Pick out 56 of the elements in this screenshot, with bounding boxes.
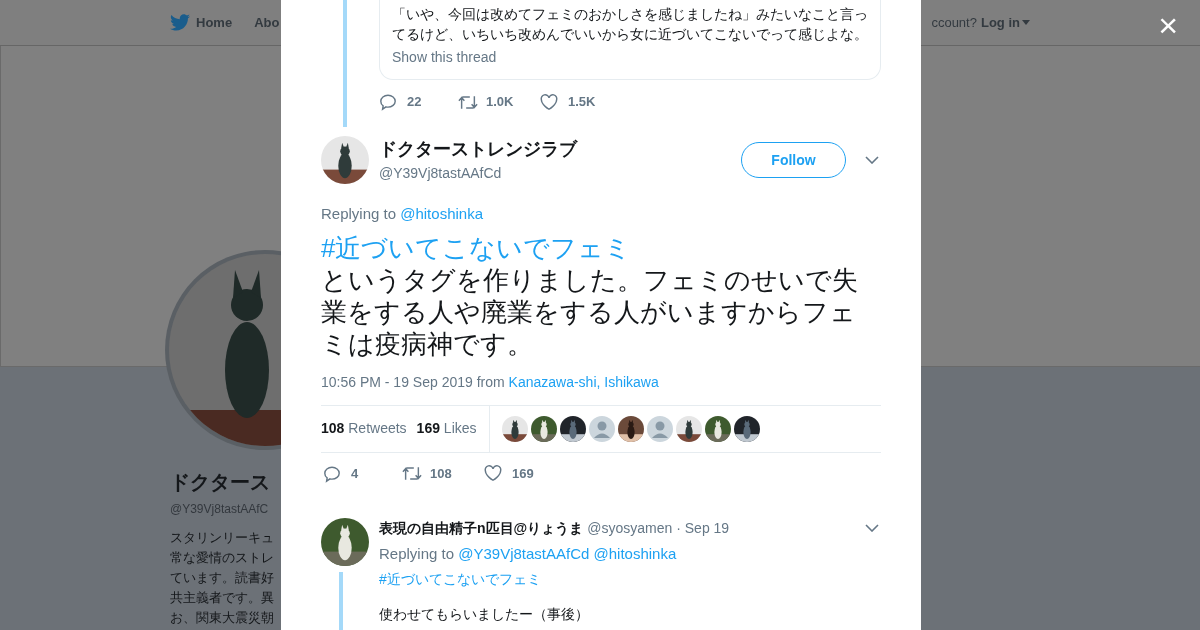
- reply-user-handle: @syosyamen: [587, 518, 673, 538]
- login-button[interactable]: Log in: [980, 12, 1030, 33]
- reply-text: 使わせてもらいましたー（事後）: [379, 605, 590, 624]
- location-link[interactable]: Kanazawa-shi, Ishikawa: [508, 373, 659, 390]
- bird-icon: [170, 14, 190, 31]
- reply-hashtag-link[interactable]: #近づいてこないでフェミ: [379, 569, 881, 590]
- about-link[interactable]: Abo: [254, 12, 280, 33]
- heart-icon: [484, 465, 502, 482]
- liker-avatar[interactable]: [675, 415, 702, 442]
- reply-icon: [379, 93, 397, 111]
- like-button[interactable]: 169: [484, 463, 534, 484]
- profile-bio: スタリンリーキュ 常な愛情のストレ ています。読書好 共主義者です。異 お、関東大震災朝: [170, 529, 275, 627]
- quoted-tweet-card[interactable]: 「いや、今回は改めてフェミのおかしさを感じましたね」みたいなこと言っ てるけど、いちいち改めんでいいから女に近づいてこないでって感じよな。 Show this thread: [379, 0, 881, 80]
- retweet-icon: [458, 93, 478, 111]
- retweet-icon: [402, 465, 422, 482]
- hashtag-link[interactable]: #近づいてこないでフェミ: [321, 231, 881, 264]
- default-avatar-icon: [646, 415, 673, 442]
- tweet-text: というタグを作りました。フェミのせいで失業をする人や廃業をする人がいますからフェミは疫病神です。: [321, 263, 859, 360]
- reply-avatar[interactable]: [321, 517, 369, 566]
- mention-link[interactable]: @Y39Vj8tastAAfCd: [458, 544, 590, 562]
- profile-name: ドクタース: [170, 470, 271, 495]
- caret-icon: [1021, 20, 1030, 25]
- heart-icon: [540, 93, 558, 111]
- home-link[interactable]: Home: [170, 12, 233, 33]
- liker-avatar[interactable]: [704, 415, 731, 442]
- replying-to-text: Replying to @Y39Vj8tastAAfCd @hitoshinka: [379, 543, 678, 564]
- chevron-down-icon[interactable]: [865, 524, 879, 532]
- reply-button[interactable]: 4: [323, 463, 402, 484]
- like-stat[interactable]: 169 Likes: [416, 418, 477, 439]
- like-button[interactable]: 1.5K: [540, 92, 596, 112]
- user-handle: @Y39Vj8tastAAfCd: [379, 164, 503, 183]
- retweet-button[interactable]: 1.0K: [458, 92, 540, 112]
- liker-avatar[interactable]: [617, 415, 644, 442]
- retweet-stat[interactable]: 108 Retweets: [321, 418, 407, 439]
- user-name[interactable]: ドクターストレンジラブ: [379, 136, 577, 163]
- tweet-timestamp: 10:56 PM - 19 Sep 2019 from Kanazawa-shi, Ishikawa: [321, 372, 660, 392]
- liker-avatar[interactable]: [559, 415, 586, 442]
- liker-avatar[interactable]: [530, 415, 557, 442]
- profile-handle: @Y39Vj8tastAAfC: [170, 501, 270, 518]
- chevron-down-icon[interactable]: [865, 156, 879, 164]
- mention-link[interactable]: @hitoshinka: [400, 205, 483, 222]
- reply-icon: [323, 464, 341, 483]
- retweet-button[interactable]: 108: [402, 463, 484, 484]
- liker-avatar[interactable]: [733, 415, 760, 442]
- reply-date[interactable]: · Sep 19: [676, 517, 730, 539]
- mention-link[interactable]: @hitoshinka: [593, 544, 677, 562]
- account-prompt: ccount?: [931, 13, 977, 32]
- close-button[interactable]: ×: [1158, 8, 1178, 42]
- show-thread-link[interactable]: Show this thread: [392, 47, 868, 68]
- reply-button[interactable]: 22: [379, 92, 458, 112]
- replying-to-text: Replying to @hitoshinka: [321, 204, 484, 224]
- default-avatar-icon: [588, 415, 615, 442]
- user-avatar[interactable]: [321, 136, 369, 184]
- reply-user-name[interactable]: 表現の自由精子n匹目@りょうま: [379, 517, 584, 539]
- quoted-tweet-text: 「いや、今回は改めてフェミのおかしさを感じましたね」みたいなこと言っ てるけど、いちいち改めんでいいから女に近づいてこないでって感じよな。: [392, 5, 868, 44]
- liker-avatar[interactable]: [501, 415, 528, 442]
